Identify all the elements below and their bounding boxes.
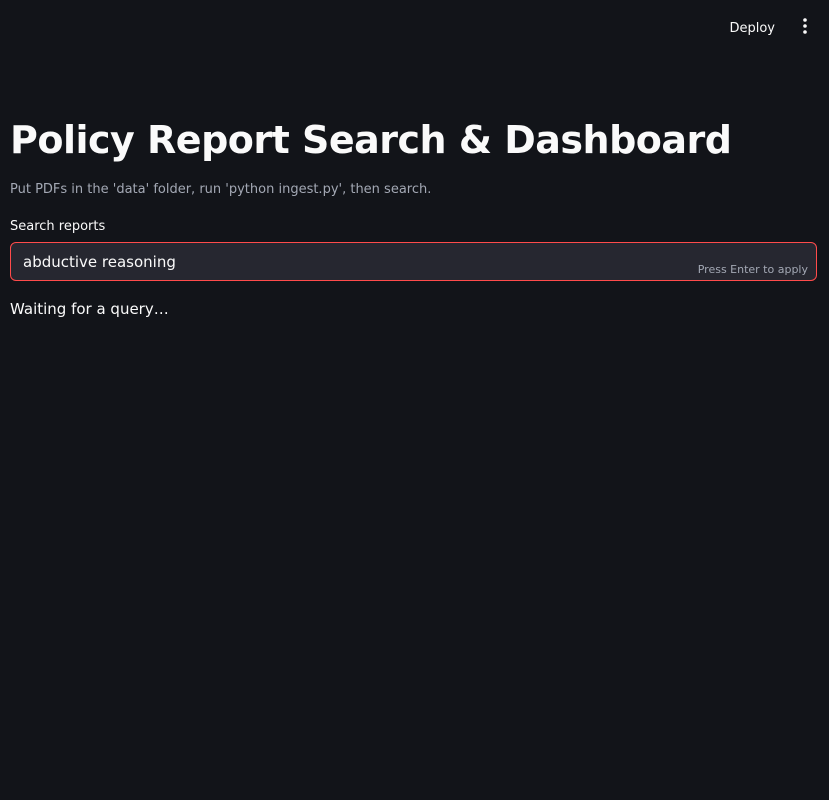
page-title: Policy Report Search & Dashboard xyxy=(10,118,732,162)
search-input-container: Press Enter to apply xyxy=(10,242,817,281)
status-message: Waiting for a query… xyxy=(10,300,169,318)
main-content: Policy Report Search & Dashboard Put PDF… xyxy=(10,112,817,318)
search-label: Search reports xyxy=(10,219,106,234)
deploy-button[interactable]: Deploy xyxy=(721,15,783,42)
vertical-ellipsis-icon xyxy=(803,18,807,38)
press-enter-hint: Press Enter to apply xyxy=(697,263,808,276)
page-caption: Put PDFs in the 'data' folder, run 'pyth… xyxy=(10,182,432,197)
app-root: Deploy Policy Report Search & Dashboard … xyxy=(0,0,829,800)
main-menu-button[interactable] xyxy=(795,16,815,40)
search-input[interactable] xyxy=(11,243,816,280)
top-toolbar: Deploy xyxy=(721,0,829,56)
